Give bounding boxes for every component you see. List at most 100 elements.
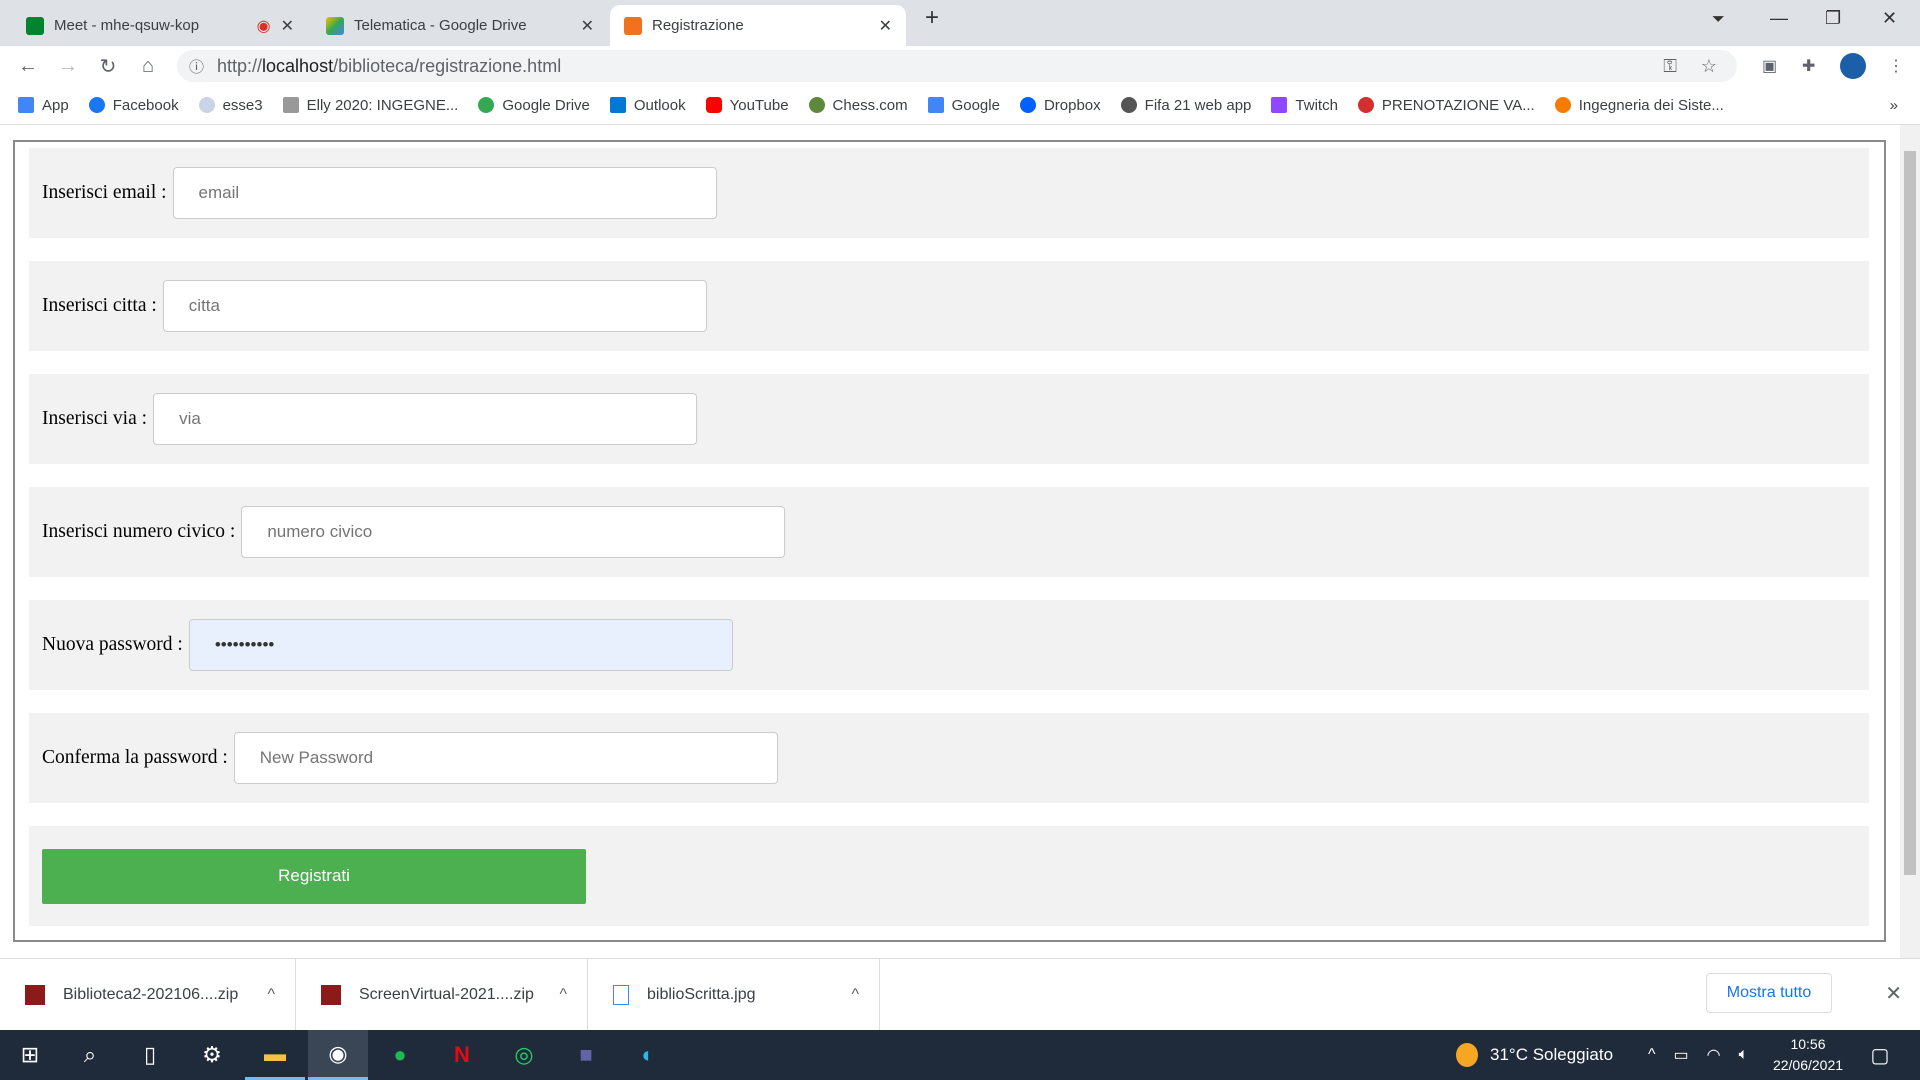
bookmark-item[interactable]: Chess.com — [808, 96, 908, 114]
tab-registrazione[interactable]: Registrazione ✕ — [610, 5, 906, 46]
profile-avatar[interactable] — [1840, 53, 1866, 79]
bookmark-item[interactable]: YouTube — [705, 96, 789, 114]
tray-chevron-icon[interactable]: ^ — [1648, 1046, 1656, 1064]
password-input[interactable] — [188, 619, 733, 671]
tab-meet[interactable]: Meet - mhe-qsuw-kop ◉ ✕ — [12, 5, 308, 46]
via-input[interactable] — [153, 393, 698, 445]
wifi-icon[interactable]: ◠ — [1707, 1045, 1721, 1065]
weather-widget[interactable]: 31°C Soleggiato — [1456, 1030, 1613, 1080]
elly-icon — [282, 96, 299, 113]
netflix-icon[interactable]: N — [432, 1030, 492, 1080]
tab-search-icon[interactable]: ⏷ — [1712, 11, 1725, 29]
close-tab-icon[interactable]: ✕ — [281, 16, 294, 36]
tab-title: Telematica - Google Drive — [354, 17, 527, 34]
spotify-icon[interactable]: ● — [370, 1030, 430, 1080]
email-row: Inserisci email : — [29, 148, 1869, 238]
facebook-icon — [88, 96, 105, 113]
edge-icon[interactable]: ◐ — [618, 1030, 678, 1080]
extension-avg-icon[interactable]: ▣ — [1762, 56, 1777, 76]
info-icon: ⓘ — [189, 58, 205, 76]
close-download-bar-icon[interactable]: ✕ — [1885, 981, 1902, 1006]
youtube-icon — [705, 96, 722, 113]
windows-start-icon[interactable]: ⊞ — [0, 1030, 60, 1080]
apps-icon — [18, 96, 34, 113]
download-item[interactable]: ScreenVirtual-2021....zip ^ — [296, 959, 588, 1031]
sun-icon — [1456, 1043, 1478, 1067]
clock[interactable]: 10:56 22/06/2021 — [1766, 1034, 1850, 1076]
file-explorer-icon[interactable]: ▬ — [245, 1030, 305, 1080]
scrollbar[interactable] — [1900, 125, 1920, 958]
via-row: Inserisci via : — [29, 374, 1869, 464]
teams-icon[interactable]: ■ — [556, 1030, 616, 1080]
show-all-button[interactable]: Mostra tutto — [1706, 973, 1832, 1013]
bookmark-item[interactable]: esse3 — [198, 96, 263, 114]
scrollbar-thumb[interactable] — [1904, 151, 1916, 875]
bookmark-item[interactable]: Elly 2020: INGEGNE... — [282, 96, 458, 114]
chevron-up-icon[interactable]: ^ — [851, 986, 859, 1004]
back-button[interactable]: ← — [8, 55, 48, 78]
civico-label: Inserisci numero civico : — [42, 521, 236, 542]
google-icon — [927, 96, 944, 113]
whatsapp-icon[interactable]: ◎ — [494, 1030, 554, 1080]
bookmark-item[interactable]: Outlook — [609, 96, 686, 114]
restore-button[interactable]: ❐ — [1825, 8, 1841, 29]
bookmark-item[interactable]: Twitch — [1271, 96, 1338, 114]
google-drive-icon — [326, 16, 344, 35]
email-input[interactable] — [172, 167, 717, 219]
bookmark-item[interactable]: Dropbox — [1019, 96, 1101, 114]
settings-icon[interactable]: ⚙ — [182, 1030, 242, 1080]
zip-icon — [25, 985, 45, 1005]
url-scheme: http:// — [217, 55, 263, 76]
registrati-button[interactable]: Registrati — [42, 848, 586, 904]
bookmark-item[interactable]: PRENOTAZIONE VA... — [1357, 96, 1535, 114]
home-button[interactable]: ⌂ — [128, 55, 168, 78]
key-icon[interactable]: ⚿ — [1663, 56, 1677, 77]
confirm-password-label: Conferma la password : — [42, 747, 228, 768]
close-tab-icon[interactable]: ✕ — [879, 16, 892, 36]
recording-icon: ◉ — [256, 17, 271, 35]
confirm-password-row: Conferma la password : — [29, 713, 1869, 803]
new-tab-button[interactable]: + — [925, 4, 939, 32]
search-icon[interactable]: ⌕ — [60, 1030, 120, 1080]
close-window-button[interactable]: ✕ — [1882, 8, 1897, 29]
download-item[interactable]: biblioScritta.jpg ^ — [588, 959, 880, 1031]
bookmark-item[interactable]: Google — [927, 96, 1000, 114]
bookmark-item[interactable]: App — [18, 96, 69, 114]
url-host: localhost — [262, 55, 334, 76]
extensions-icon[interactable]: ✚ — [1802, 56, 1815, 76]
notifications-icon[interactable]: ▢ — [1850, 1030, 1910, 1080]
volume-icon[interactable]: 🔈︎ — [1739, 1046, 1749, 1064]
outlook-icon — [609, 96, 626, 113]
tab-title: Meet - mhe-qsuw-kop — [54, 17, 200, 34]
chevron-up-icon[interactable]: ^ — [267, 986, 275, 1004]
globe-icon — [1120, 96, 1137, 113]
chrome-icon[interactable]: ◉ — [308, 1030, 368, 1080]
twitch-icon — [1271, 96, 1288, 113]
close-tab-icon[interactable]: ✕ — [581, 16, 594, 36]
bookmark-item[interactable]: Facebook — [88, 96, 179, 114]
battery-icon[interactable]: ▭ — [1674, 1045, 1689, 1065]
address-bar[interactable]: ⓘ http://localhost/biblioteca/registrazi… — [177, 50, 1737, 82]
bookmark-item[interactable]: Fifa 21 web app — [1120, 96, 1251, 114]
taskbar: ⊞ ⌕ ▯ ⚙ ▬ ◉ ● N ◎ ■ ◐ 31°C Soleggiato ^ ▭… — [0, 1030, 1920, 1080]
password-label: Nuova password : — [42, 634, 183, 655]
civico-row: Inserisci numero civico : — [29, 487, 1869, 577]
chevron-up-icon[interactable]: ^ — [559, 986, 567, 1004]
confirm-password-input[interactable] — [233, 732, 778, 784]
menu-icon[interactable]: ⋮ — [1888, 56, 1904, 76]
civico-input[interactable] — [241, 506, 786, 558]
citta-input[interactable] — [162, 280, 707, 332]
forward-button[interactable]: → — [48, 55, 88, 78]
download-bar: Biblioteca2-202106....zip ^ ScreenVirtual… — [0, 958, 1920, 1031]
download-item[interactable]: Biblioteca2-202106....zip ^ — [0, 959, 296, 1031]
bookmark-item[interactable]: Ingegneria dei Siste... — [1554, 96, 1724, 114]
reload-button[interactable]: ↻ — [88, 54, 128, 79]
more-bookmarks-button[interactable]: » — [1890, 97, 1898, 114]
star-icon[interactable]: ☆ — [1701, 56, 1717, 77]
chess-icon — [808, 96, 825, 113]
minimize-button[interactable]: — — [1770, 8, 1788, 29]
task-view-icon[interactable]: ▯ — [120, 1030, 180, 1080]
bookmark-item[interactable]: Google Drive — [478, 96, 590, 114]
toolbar: ← → ↻ ⌂ ⓘ http://localhost/biblioteca/re… — [0, 46, 1920, 86]
tab-drive[interactable]: Telematica - Google Drive ✕ — [312, 5, 608, 46]
